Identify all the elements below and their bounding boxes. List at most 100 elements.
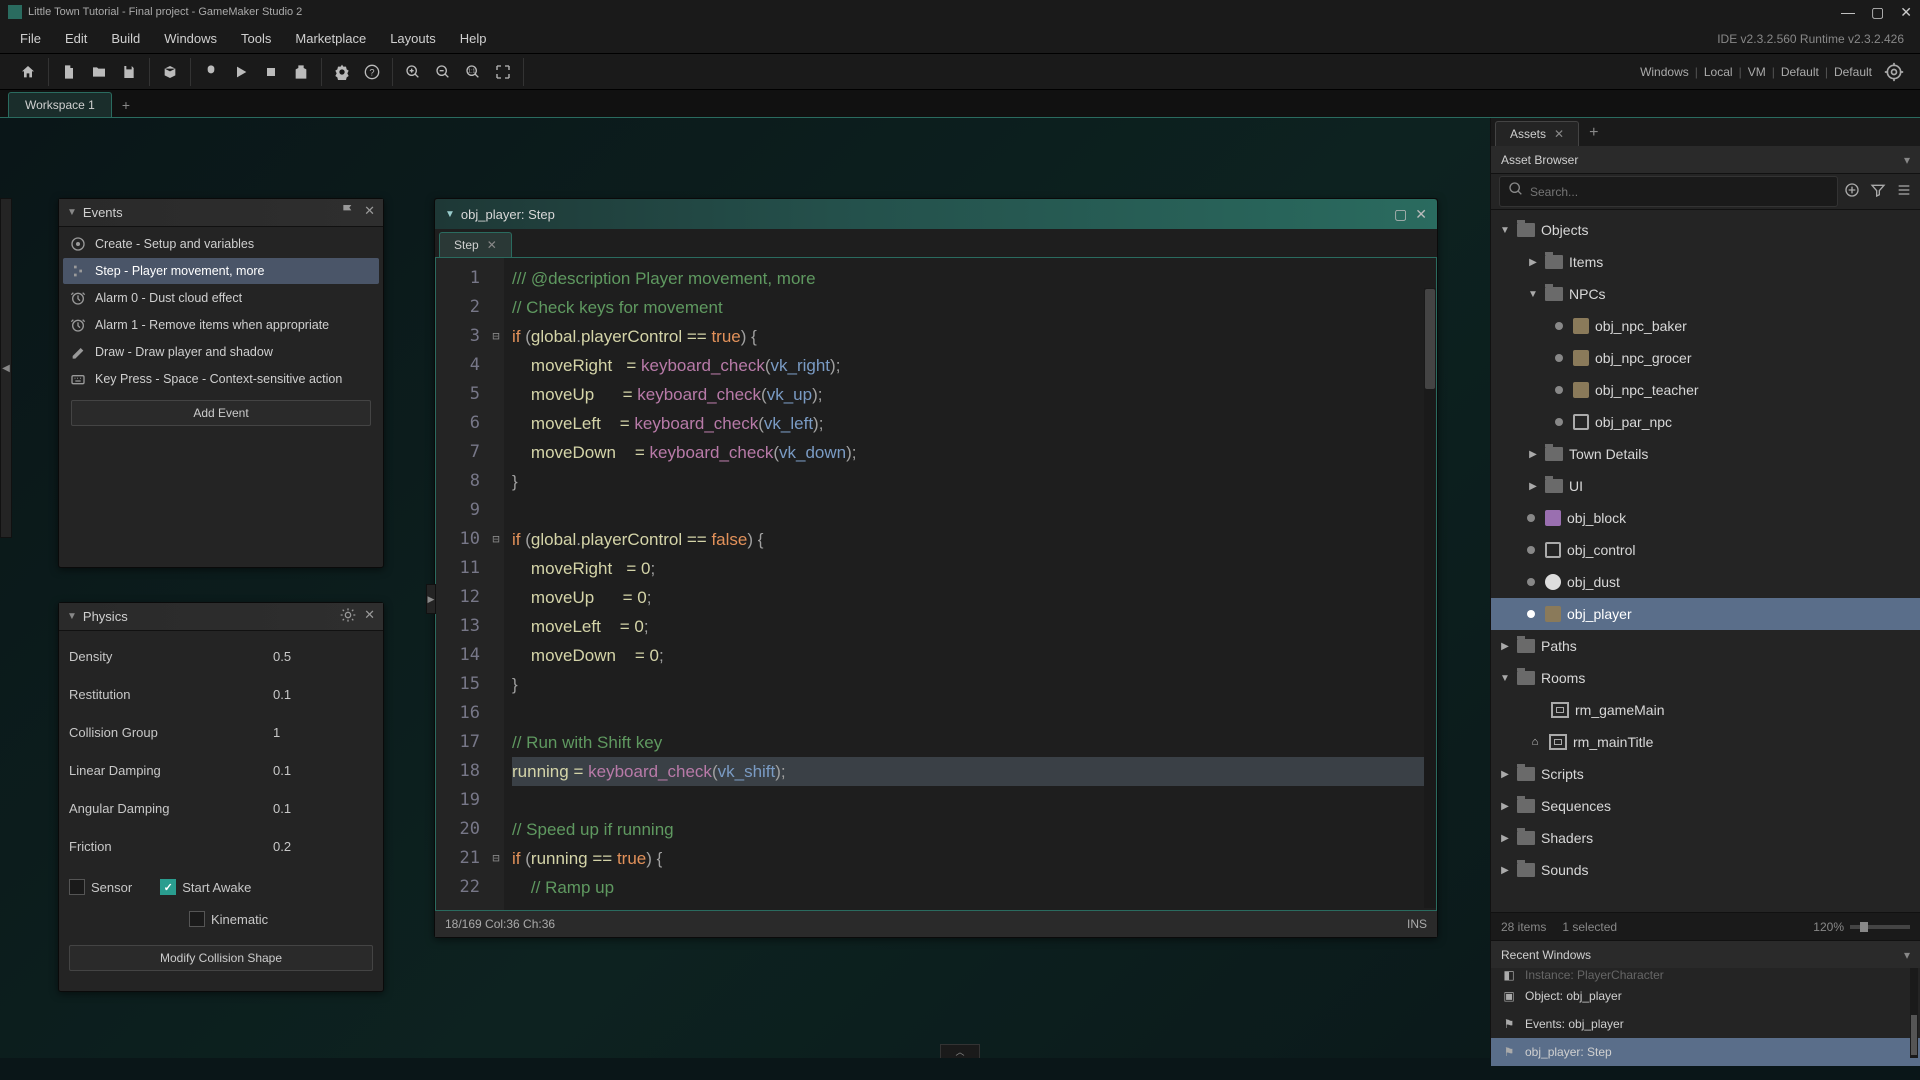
expand-icon[interactable]	[491, 60, 515, 84]
tree-objects[interactable]: ▼Objects	[1491, 214, 1920, 246]
close-icon[interactable]: ✕	[364, 203, 375, 222]
assets-tab-add[interactable]: +	[1579, 120, 1608, 146]
physics-density-value[interactable]: 0.5	[273, 649, 373, 664]
tree-obj-dust[interactable]: obj_dust	[1491, 566, 1920, 598]
tree-rooms[interactable]: ▼Rooms	[1491, 662, 1920, 694]
zoom-in-icon[interactable]	[401, 60, 425, 84]
package-icon[interactable]	[158, 60, 182, 84]
home-icon[interactable]	[16, 60, 40, 84]
tree-sounds[interactable]: ▶Sounds	[1491, 854, 1920, 886]
menu-layouts[interactable]: Layouts	[378, 27, 448, 50]
events-panel-header[interactable]: ▼ Events ✕	[59, 199, 383, 227]
tab-close-icon[interactable]: ✕	[1554, 127, 1564, 141]
tree-town-details[interactable]: ▶Town Details	[1491, 438, 1920, 470]
kinematic-checkbox[interactable]: Kinematic	[189, 911, 268, 927]
menu-marketplace[interactable]: Marketplace	[283, 27, 378, 50]
clean-icon[interactable]	[289, 60, 313, 84]
filter-icon[interactable]	[1870, 182, 1886, 201]
physics-friction-value[interactable]: 0.2	[273, 839, 373, 854]
tree-rm-gamemain[interactable]: rm_gameMain	[1491, 694, 1920, 726]
asset-browser-header[interactable]: Asset Browser ▾	[1491, 146, 1920, 174]
search-input[interactable]	[1530, 185, 1829, 199]
tree-obj-player[interactable]: obj_player	[1491, 598, 1920, 630]
maximize-button[interactable]: ▢	[1871, 4, 1884, 21]
recent-item-step[interactable]: ⚑obj_player: Step	[1491, 1038, 1920, 1066]
recent-item-instance[interactable]: ◧Instance: PlayerCharacter	[1491, 968, 1920, 982]
tree-sequences[interactable]: ▶Sequences	[1491, 790, 1920, 822]
tree-npc-baker[interactable]: obj_npc_baker	[1491, 310, 1920, 342]
zoom-out-icon[interactable]	[431, 60, 455, 84]
tree-items[interactable]: ▶Items	[1491, 246, 1920, 278]
tree-scripts[interactable]: ▶Scripts	[1491, 758, 1920, 790]
tree-paths[interactable]: ▶Paths	[1491, 630, 1920, 662]
add-asset-icon[interactable]	[1844, 182, 1860, 201]
workspace-tab-add[interactable]: +	[112, 93, 140, 117]
event-item-alarm1[interactable]: Alarm 1 - Remove items when appropriate	[63, 312, 379, 338]
event-item-step[interactable]: Step - Player movement, more	[63, 258, 379, 284]
physics-collision-value[interactable]: 1	[273, 725, 373, 740]
minimize-button[interactable]: —	[1841, 4, 1855, 21]
menu-tools[interactable]: Tools	[229, 27, 283, 50]
physics-angular-value[interactable]: 0.1	[273, 801, 373, 816]
event-item-alarm0[interactable]: Alarm 0 - Dust cloud effect	[63, 285, 379, 311]
maximize-icon[interactable]: ▢	[1394, 206, 1407, 223]
stop-icon[interactable]	[259, 60, 283, 84]
target-icon[interactable]	[1884, 62, 1904, 82]
asset-search[interactable]	[1499, 176, 1838, 207]
chevron-down-icon[interactable]: ▾	[1904, 948, 1910, 962]
code-scrollbar[interactable]	[1424, 288, 1436, 908]
menu-edit[interactable]: Edit	[53, 27, 99, 50]
add-event-button[interactable]: Add Event	[71, 400, 371, 426]
tree-obj-block[interactable]: obj_block	[1491, 502, 1920, 534]
physics-restitution-value[interactable]: 0.1	[273, 687, 373, 702]
tree-npcs[interactable]: ▼NPCs	[1491, 278, 1920, 310]
assets-tab[interactable]: Assets ✕	[1495, 121, 1579, 146]
help-icon[interactable]: ?	[360, 60, 384, 84]
menu-build[interactable]: Build	[99, 27, 152, 50]
settings-icon[interactable]	[330, 60, 354, 84]
gear-icon[interactable]	[340, 607, 356, 626]
bottom-panel-handle[interactable]: ︿	[940, 1044, 980, 1058]
start-awake-checkbox[interactable]: Start Awake	[160, 879, 251, 895]
code-side-handle[interactable]: ▶	[426, 584, 436, 614]
open-folder-icon[interactable]	[87, 60, 111, 84]
recent-item-object[interactable]: ▣Object: obj_player	[1491, 982, 1920, 1010]
tree-npc-teacher[interactable]: obj_npc_teacher	[1491, 374, 1920, 406]
physics-linear-value[interactable]: 0.1	[273, 763, 373, 778]
left-panel-handle[interactable]: ◀	[0, 198, 12, 538]
zoom-slider[interactable]	[1850, 925, 1910, 929]
close-button[interactable]: ✕	[1900, 4, 1912, 21]
code-editor-header[interactable]: ▼ obj_player: Step ▢ ✕	[435, 199, 1437, 229]
physics-panel-header[interactable]: ▼ Physics ✕	[59, 603, 383, 631]
close-icon[interactable]: ✕	[1415, 206, 1427, 223]
target-config[interactable]: Windows| Local| VM| Default| Default	[1640, 62, 1912, 82]
tree-ui[interactable]: ▶UI	[1491, 470, 1920, 502]
tree-par-npc[interactable]: obj_par_npc	[1491, 406, 1920, 438]
menu-icon[interactable]	[1896, 182, 1912, 201]
tree-shaders[interactable]: ▶Shaders	[1491, 822, 1920, 854]
chevron-down-icon[interactable]: ▾	[1904, 153, 1910, 167]
code-editor-body[interactable]: ▶ 12345678910111213141516171819202122 ⊟⊟…	[435, 257, 1437, 911]
recent-scrollbar[interactable]	[1910, 968, 1918, 1058]
play-icon[interactable]	[229, 60, 253, 84]
modify-collision-button[interactable]: Modify Collision Shape	[69, 945, 373, 971]
zoom-reset-icon[interactable]: 1:1	[461, 60, 485, 84]
sensor-checkbox[interactable]: Sensor	[69, 879, 132, 895]
event-item-draw[interactable]: Draw - Draw player and shadow	[63, 339, 379, 365]
code-tab-step[interactable]: Step ✕	[439, 232, 512, 257]
flag-icon[interactable]	[340, 203, 356, 222]
event-item-create[interactable]: Create - Setup and variables	[63, 231, 379, 257]
tree-npc-grocer[interactable]: obj_npc_grocer	[1491, 342, 1920, 374]
tab-close-icon[interactable]: ✕	[487, 238, 497, 252]
recent-windows-header[interactable]: Recent Windows ▾	[1491, 940, 1920, 968]
menu-windows[interactable]: Windows	[152, 27, 229, 50]
tree-obj-control[interactable]: obj_control	[1491, 534, 1920, 566]
menu-help[interactable]: Help	[448, 27, 499, 50]
save-icon[interactable]	[117, 60, 141, 84]
code-content[interactable]: /// @description Player movement, more//…	[504, 258, 1436, 910]
workspace-tab-1[interactable]: Workspace 1	[8, 92, 112, 117]
recent-item-events[interactable]: ⚑Events: obj_player	[1491, 1010, 1920, 1038]
new-file-icon[interactable]	[57, 60, 81, 84]
event-item-keypress[interactable]: Key Press - Space - Context-sensitive ac…	[63, 366, 379, 392]
close-icon[interactable]: ✕	[364, 607, 375, 626]
